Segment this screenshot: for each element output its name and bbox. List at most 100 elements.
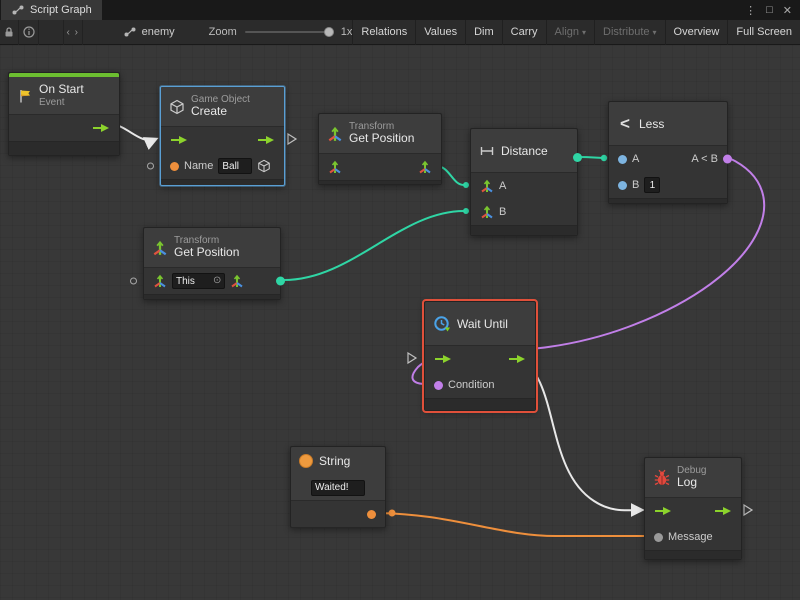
window-close-icon[interactable]: ✕ (783, 4, 792, 17)
wire-wait-to-log[interactable] (518, 358, 642, 510)
wire-string-to-log-message[interactable] (374, 513, 648, 536)
position-out-dot[interactable] (276, 277, 285, 286)
node-distance[interactable]: Distance A B (470, 128, 578, 236)
b-port-row: B (471, 199, 577, 225)
node-title: Less (639, 117, 664, 131)
carry-button[interactable]: Carry (502, 20, 546, 45)
node-wait-until[interactable]: Wait Until Condition (424, 301, 536, 411)
zoom-label: Zoom (209, 26, 237, 38)
values-button[interactable]: Values (415, 20, 465, 45)
distribute-caret-icon: ▾ (653, 28, 657, 37)
name-port[interactable] (170, 162, 179, 171)
align-label: Align (555, 26, 579, 38)
wire-getposition-left-to-distance-b[interactable] (284, 211, 464, 280)
vector-a-port[interactable] (480, 179, 494, 193)
flow-out-port[interactable] (92, 123, 110, 133)
node-title: Get Position (174, 246, 239, 260)
full-screen-button[interactable]: Full Screen (727, 20, 800, 45)
node-header: On Start Event (9, 77, 119, 115)
collapse-sidebar-button[interactable]: ‹ › (63, 20, 83, 45)
node-title: Log (677, 476, 706, 490)
node-title: Distance (501, 144, 548, 158)
align-caret-icon: ▾ (582, 28, 586, 37)
node-subtitle: Event (39, 97, 84, 109)
a-port[interactable] (618, 155, 627, 164)
distance-icon (479, 145, 495, 157)
position-out-port[interactable] (230, 274, 244, 288)
unconnected-port-circle[interactable] (130, 278, 137, 285)
b-port[interactable] (618, 181, 627, 190)
string-value-input[interactable] (311, 480, 365, 496)
flow-in-port[interactable] (170, 135, 188, 145)
flow-out-port[interactable] (257, 135, 275, 145)
flag-icon (17, 88, 33, 104)
position-out-port[interactable] (418, 160, 432, 174)
window-menu-icon[interactable]: ⋮ (745, 4, 756, 17)
wire-start-bulb (389, 510, 396, 517)
node-debug-log[interactable]: Debug Log Message (644, 457, 742, 560)
flow-out-port[interactable] (508, 354, 526, 364)
transform-in-port[interactable] (328, 160, 342, 174)
condition-port[interactable] (434, 381, 443, 390)
tab-title: Script Graph (30, 4, 92, 16)
dim-button[interactable]: Dim (465, 20, 502, 45)
node-less[interactable]: < Less A A < B B (608, 101, 728, 204)
a-port-row: A (471, 173, 577, 199)
distribute-button[interactable]: Distribute ▾ (594, 20, 664, 45)
message-label: Message (668, 531, 713, 543)
flow-out-port[interactable] (714, 506, 732, 516)
string-out-port[interactable] (367, 510, 376, 519)
a-port-label: A (632, 153, 639, 165)
window-controls: ⋮ □ ✕ (745, 4, 800, 17)
flow-port-row (645, 498, 741, 524)
node-title: Create (191, 105, 250, 119)
message-port-row: Message (645, 524, 741, 550)
name-input[interactable] (218, 158, 252, 174)
zoom-group: Zoom 1x (209, 26, 353, 38)
overview-button[interactable]: Overview (665, 20, 728, 45)
log-flow-out-triangle[interactable] (744, 505, 752, 515)
transform-in-port[interactable] (153, 274, 167, 288)
string-icon (299, 454, 313, 468)
node-title: On Start (39, 83, 84, 97)
message-port[interactable] (654, 533, 663, 542)
create-flow-out-triangle[interactable] (288, 134, 296, 144)
graph-name-label: enemy (142, 26, 175, 38)
a-port-label: A (499, 180, 506, 192)
graph-name-group[interactable]: enemy (123, 26, 175, 38)
lock-button[interactable] (0, 20, 19, 45)
zoom-slider[interactable] (245, 31, 333, 33)
values-label: Values (424, 26, 457, 38)
node-string[interactable]: String (290, 446, 386, 528)
node-header: Wait Until (425, 302, 535, 346)
node-on-start-event[interactable]: On Start Event (8, 72, 120, 156)
target-picker-icon[interactable]: ⊙ (213, 276, 221, 286)
node-get-position-left[interactable]: Transform Get Position ⊙ (143, 227, 281, 300)
flow-in-port[interactable] (654, 506, 672, 516)
node-footer (291, 527, 385, 528)
graph-canvas[interactable]: On Start Event Game Object Create (0, 45, 800, 600)
string-value-row (291, 475, 385, 501)
b-value-input[interactable] (644, 177, 660, 193)
zoom-slider-handle[interactable] (324, 27, 334, 37)
node-titles: Game Object Create (191, 94, 250, 119)
window-maximize-icon[interactable]: □ (766, 4, 773, 16)
align-button[interactable]: Align ▾ (546, 20, 594, 45)
flow-port-row (9, 115, 119, 141)
node-titles: On Start Event (39, 83, 84, 108)
b-port-label: B (632, 179, 639, 191)
info-button[interactable] (19, 20, 38, 45)
tab-script-graph[interactable]: Script Graph (1, 0, 102, 20)
relations-button[interactable]: Relations (352, 20, 415, 45)
less-icon: < (617, 114, 633, 134)
result-out-port[interactable] (723, 155, 732, 164)
flow-in-port[interactable] (434, 354, 452, 364)
vector-b-port[interactable] (480, 205, 494, 219)
unconnected-port-circle[interactable] (147, 163, 154, 170)
distance-out-port[interactable] (573, 153, 582, 162)
target-input[interactable] (176, 276, 210, 287)
node-footer (645, 550, 741, 559)
node-game-object-create[interactable]: Game Object Create Name (160, 86, 285, 186)
node-get-position-top[interactable]: Transform Get Position (318, 113, 442, 185)
wait-flow-in-triangle[interactable] (408, 353, 416, 363)
